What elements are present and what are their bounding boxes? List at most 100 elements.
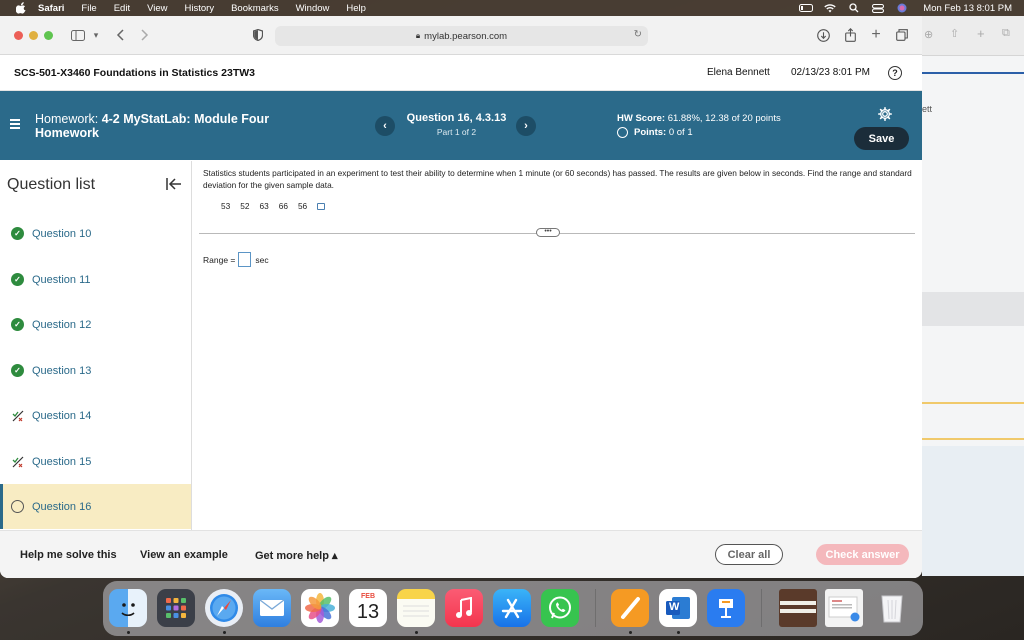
menu-bookmarks[interactable]: Bookmarks xyxy=(231,3,279,14)
music-icon[interactable] xyxy=(445,589,483,627)
wifi-icon[interactable] xyxy=(823,3,837,13)
menubar-clock[interactable]: Mon Feb 13 8:01 PM xyxy=(923,3,1012,14)
safari-icon[interactable] xyxy=(205,589,243,627)
help-icon[interactable]: ? xyxy=(888,66,902,80)
zoom-window-button[interactable] xyxy=(44,31,53,40)
minimize-window-button[interactable] xyxy=(29,31,38,40)
trash-icon[interactable] xyxy=(873,589,911,627)
homework-bar: Homework: 4-2 MyStatLab: Module Four Hom… xyxy=(0,91,922,160)
background-window[interactable]: ⊕ ⇧ + ⧉ ett xyxy=(922,16,1024,576)
help-me-solve-button[interactable]: Help me solve this xyxy=(20,549,117,561)
question-panel: Statistics students participated in an e… xyxy=(192,161,922,530)
word-letter: W xyxy=(669,601,680,613)
question-label: Question 14 xyxy=(32,409,92,422)
chevron-down-icon[interactable]: ▾ xyxy=(88,27,104,43)
control-center-icon[interactable] xyxy=(871,3,885,13)
spotlight-search-icon[interactable] xyxy=(847,3,861,13)
next-question-button[interactable]: › xyxy=(516,116,536,136)
download-icon: ⊕ xyxy=(924,29,934,41)
menu-help[interactable]: Help xyxy=(346,3,366,14)
save-button[interactable]: Save xyxy=(854,127,909,150)
homework-name: 4-2 MyStatLab: Module Four xyxy=(101,112,270,126)
app-store-icon[interactable] xyxy=(493,589,531,627)
question-prompt: Statistics students participated in an e… xyxy=(203,168,912,190)
apple-icon[interactable] xyxy=(14,1,28,15)
question-list-item[interactable]: Question 15 xyxy=(0,439,191,484)
question-list-item-current[interactable]: Question 16 xyxy=(0,484,191,529)
clear-all-button[interactable]: Clear all xyxy=(715,544,783,565)
homework-prefix: Homework: xyxy=(35,112,102,126)
menu-safari[interactable]: Safari xyxy=(38,3,64,14)
privacy-shield-icon[interactable] xyxy=(250,27,266,43)
new-tab-icon[interactable]: + xyxy=(868,26,884,43)
collapse-sidebar-icon[interactable] xyxy=(166,177,182,196)
previous-question-button[interactable]: ‹ xyxy=(375,116,395,136)
reload-icon[interactable]: ↻ xyxy=(634,29,642,40)
gear-icon[interactable] xyxy=(878,107,892,121)
calendar-icon[interactable]: FEB 13 xyxy=(349,589,387,627)
question-list-item[interactable]: ✓ Question 12 xyxy=(0,302,191,347)
range-input[interactable] xyxy=(238,252,252,267)
word-icon[interactable]: W xyxy=(659,589,697,627)
question-list-item[interactable]: ✓ Question 10 xyxy=(0,211,191,256)
running-indicator xyxy=(223,631,226,634)
course-header: SCS-501-X3460 Foundations in Statistics … xyxy=(0,55,922,91)
content-area: Question list ✓ Question 10 ✓ Question 1… xyxy=(0,161,922,530)
calendar-month: FEB xyxy=(361,593,375,600)
running-indicator xyxy=(677,631,680,634)
data-value: 53 xyxy=(221,201,231,211)
sidebar-toggle-icon[interactable] xyxy=(70,27,86,43)
finder-icon[interactable] xyxy=(109,589,147,627)
question-list-item[interactable]: Question 14 xyxy=(0,393,191,438)
forward-icon[interactable] xyxy=(137,27,153,43)
downloads-icon[interactable] xyxy=(815,27,831,43)
points-label: Points: xyxy=(634,127,667,138)
accent-line xyxy=(922,72,1024,74)
menu-file[interactable]: File xyxy=(81,3,96,14)
expand-more-button[interactable]: ••• xyxy=(536,228,560,237)
get-more-help-button[interactable]: Get more help ▴ xyxy=(255,549,338,562)
menu-history[interactable]: History xyxy=(185,3,215,14)
header-date: 02/13/23 8:01 PM xyxy=(791,67,870,78)
window-controls xyxy=(14,31,53,40)
document-stack-icon[interactable] xyxy=(825,589,863,627)
data-value: 63 xyxy=(259,201,269,211)
check-circle-icon: ✓ xyxy=(11,227,24,240)
address-bar[interactable]: 🔒︎ mylab.pearson.com ↻ xyxy=(275,26,648,46)
check-circle-icon: ✓ xyxy=(11,364,24,377)
tabs-overview-icon[interactable] xyxy=(894,27,910,43)
pages-icon[interactable] xyxy=(611,589,649,627)
user-name[interactable]: Elena Bennett xyxy=(707,67,770,78)
siri-icon[interactable] xyxy=(895,3,909,13)
stack-folder-icon[interactable] xyxy=(779,589,817,627)
unanswered-circle-icon xyxy=(11,500,24,513)
hamburger-menu-icon[interactable] xyxy=(10,119,20,131)
back-icon[interactable] xyxy=(112,27,128,43)
question-label: Question 13 xyxy=(32,364,92,377)
check-answer-button[interactable]: Check answer xyxy=(816,544,909,565)
question-list-item[interactable]: ✓ Question 13 xyxy=(0,348,191,393)
copy-data-icon[interactable] xyxy=(317,202,326,210)
whatsapp-icon[interactable] xyxy=(541,589,579,627)
menu-window[interactable]: Window xyxy=(296,3,330,14)
close-window-button[interactable] xyxy=(14,31,23,40)
mail-icon[interactable] xyxy=(253,589,291,627)
menu-edit[interactable]: Edit xyxy=(114,3,130,14)
question-list-item[interactable]: ✓ Question 11 xyxy=(0,257,191,302)
keynote-icon[interactable] xyxy=(707,589,745,627)
check-circle-icon: ✓ xyxy=(11,273,24,286)
battery-icon[interactable] xyxy=(799,3,814,13)
background-yellow-line xyxy=(922,438,1024,440)
data-value: 56 xyxy=(297,201,308,211)
menu-bar: Safari File Edit View History Bookmarks … xyxy=(0,0,1024,16)
photos-icon[interactable] xyxy=(301,589,339,627)
view-example-button[interactable]: View an example xyxy=(140,549,228,561)
menu-view[interactable]: View xyxy=(147,3,167,14)
share-icon[interactable] xyxy=(842,27,858,43)
background-light-panel xyxy=(922,446,1024,576)
question-title: Question 16, 4.3.13 xyxy=(406,112,507,124)
question-label: Question 12 xyxy=(32,318,92,331)
launchpad-icon[interactable] xyxy=(157,589,195,627)
course-title: SCS-501-X3460 Foundations in Statistics … xyxy=(14,67,255,79)
notes-icon[interactable] xyxy=(397,589,435,627)
